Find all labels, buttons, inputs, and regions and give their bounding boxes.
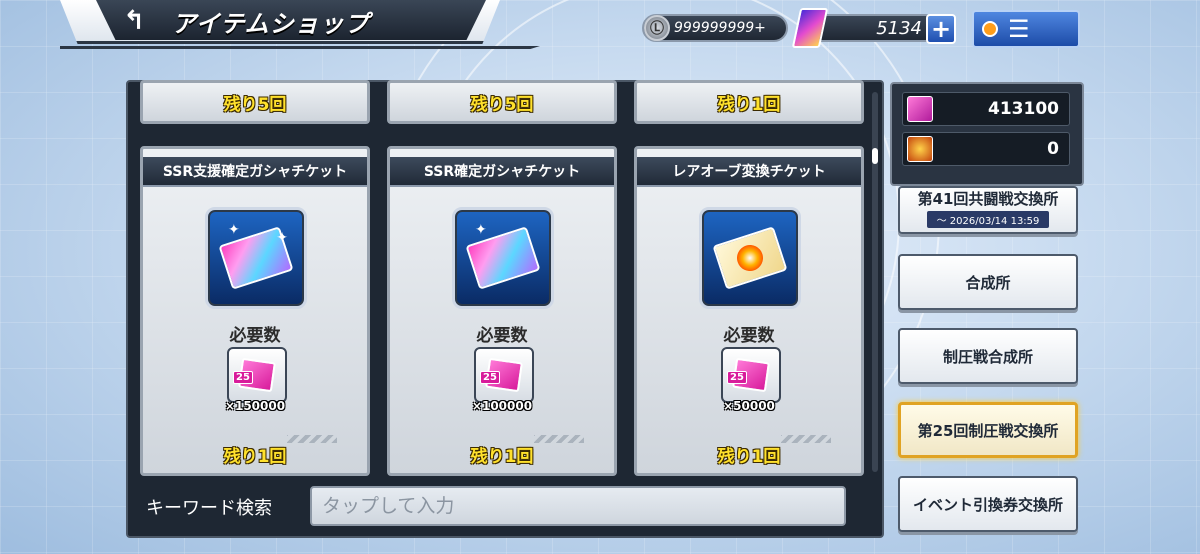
cost-item-icon: 25 <box>227 347 287 403</box>
rare-orb-ticket-icon <box>699 207 801 309</box>
coin-value: 999999999+ <box>674 20 766 36</box>
cost-value: ×100000 <box>471 399 533 413</box>
pink-cube-icon <box>907 96 933 122</box>
side-nav-label: 合成所 <box>965 273 1011 292</box>
cost-value: ×50000 <box>723 399 775 413</box>
side-nav-label: イベント引換券交換所 <box>912 495 1063 514</box>
balance-value: 413100 <box>988 99 1059 119</box>
ssr-support-ticket-icon: ✦ ✦ <box>205 207 307 309</box>
scroll-thumb[interactable] <box>872 148 878 164</box>
cost-badge: 25 <box>727 371 747 384</box>
side-nav-conquest-synthesis[interactable]: 制圧戦合成所 <box>898 328 1078 384</box>
item-card-partial[interactable]: 残り5回 <box>387 80 617 124</box>
item-card[interactable]: レアオーブ変換チケット 必要数 25 ×50000 残り1回 <box>634 146 864 476</box>
coin-counter: Ⓛ 999999999+ <box>642 14 788 42</box>
side-nav-event-voucher-exchange[interactable]: イベント引換券交換所 <box>898 476 1078 532</box>
gem-counter: 5134 <box>812 14 930 42</box>
ssr-ticket-icon: ✦ <box>452 207 554 309</box>
card-remaining: 残り1回 <box>470 447 534 467</box>
medal-icon <box>907 136 933 162</box>
card-remaining: 残り5回 <box>470 95 534 115</box>
add-gems-button[interactable]: + <box>926 14 956 44</box>
item-card[interactable]: SSR確定ガシャチケット ✦ 必要数 25 ×100000 残り1回 <box>387 146 617 476</box>
cost-badge: 25 <box>233 371 253 384</box>
item-card-partial[interactable]: 残り1回 <box>634 80 864 124</box>
card-remaining: 残り1回 <box>223 447 287 467</box>
item-card-partial[interactable]: 残り5回 <box>140 80 370 124</box>
search-label: キーワード検索 <box>146 498 272 519</box>
cost-badge: 25 <box>480 371 500 384</box>
card-title: SSR支援確定ガシャチケット <box>143 157 367 187</box>
side-nav-synthesis[interactable]: 合成所 <box>898 254 1078 310</box>
balance-row: 413100 <box>902 92 1070 126</box>
required-label: 必要数 <box>723 326 775 346</box>
menu-list-icon: ☰ <box>1008 15 1030 43</box>
cost-value: ×150000 <box>224 399 286 413</box>
plus-icon: + <box>930 15 952 43</box>
side-nav-coop-exchange[interactable]: 第41回共闘戦交換所 ～ 2026/03/14 13:59 <box>898 186 1078 234</box>
gem-value: 5134 <box>876 17 922 39</box>
side-nav-label: 第41回共闘戦交換所 <box>917 190 1059 208</box>
back-button[interactable]: ↰ <box>114 6 154 36</box>
side-nav-label: 制圧戦合成所 <box>942 347 1033 366</box>
notification-dot-icon <box>982 21 998 37</box>
side-nav-label: 第25回制圧戦交換所 <box>917 421 1059 440</box>
cost-item-icon: 25 <box>721 347 781 403</box>
balance-row: 0 <box>902 132 1070 166</box>
side-nav-period: ～ 2026/03/14 13:59 <box>926 211 1050 228</box>
card-title: SSR確定ガシャチケット <box>390 157 614 187</box>
card-remaining: 残り1回 <box>717 447 781 467</box>
balance-panel: 413100 0 <box>890 82 1084 186</box>
page-title: アイテムショップ <box>172 10 370 38</box>
required-label: 必要数 <box>476 326 528 346</box>
balance-value: 0 <box>1047 139 1059 159</box>
side-nav-conquest-exchange[interactable]: 第25回制圧戦交換所 <box>898 402 1078 458</box>
required-label: 必要数 <box>229 326 281 346</box>
coin-icon: Ⓛ <box>644 15 670 41</box>
card-remaining: 残り5回 <box>223 95 287 115</box>
card-title: レアオーブ変換チケット <box>637 157 861 187</box>
header-underline <box>60 46 540 49</box>
menu-button[interactable]: ☰ <box>972 10 1080 48</box>
cost-item-icon: 25 <box>474 347 534 403</box>
card-remaining: 残り1回 <box>717 95 781 115</box>
keyword-search-input[interactable] <box>310 486 846 526</box>
back-arrow-icon: ↰ <box>123 6 145 36</box>
item-card[interactable]: SSR支援確定ガシャチケット ✦ ✦ 必要数 25 ×150000 残り1回 <box>140 146 370 476</box>
